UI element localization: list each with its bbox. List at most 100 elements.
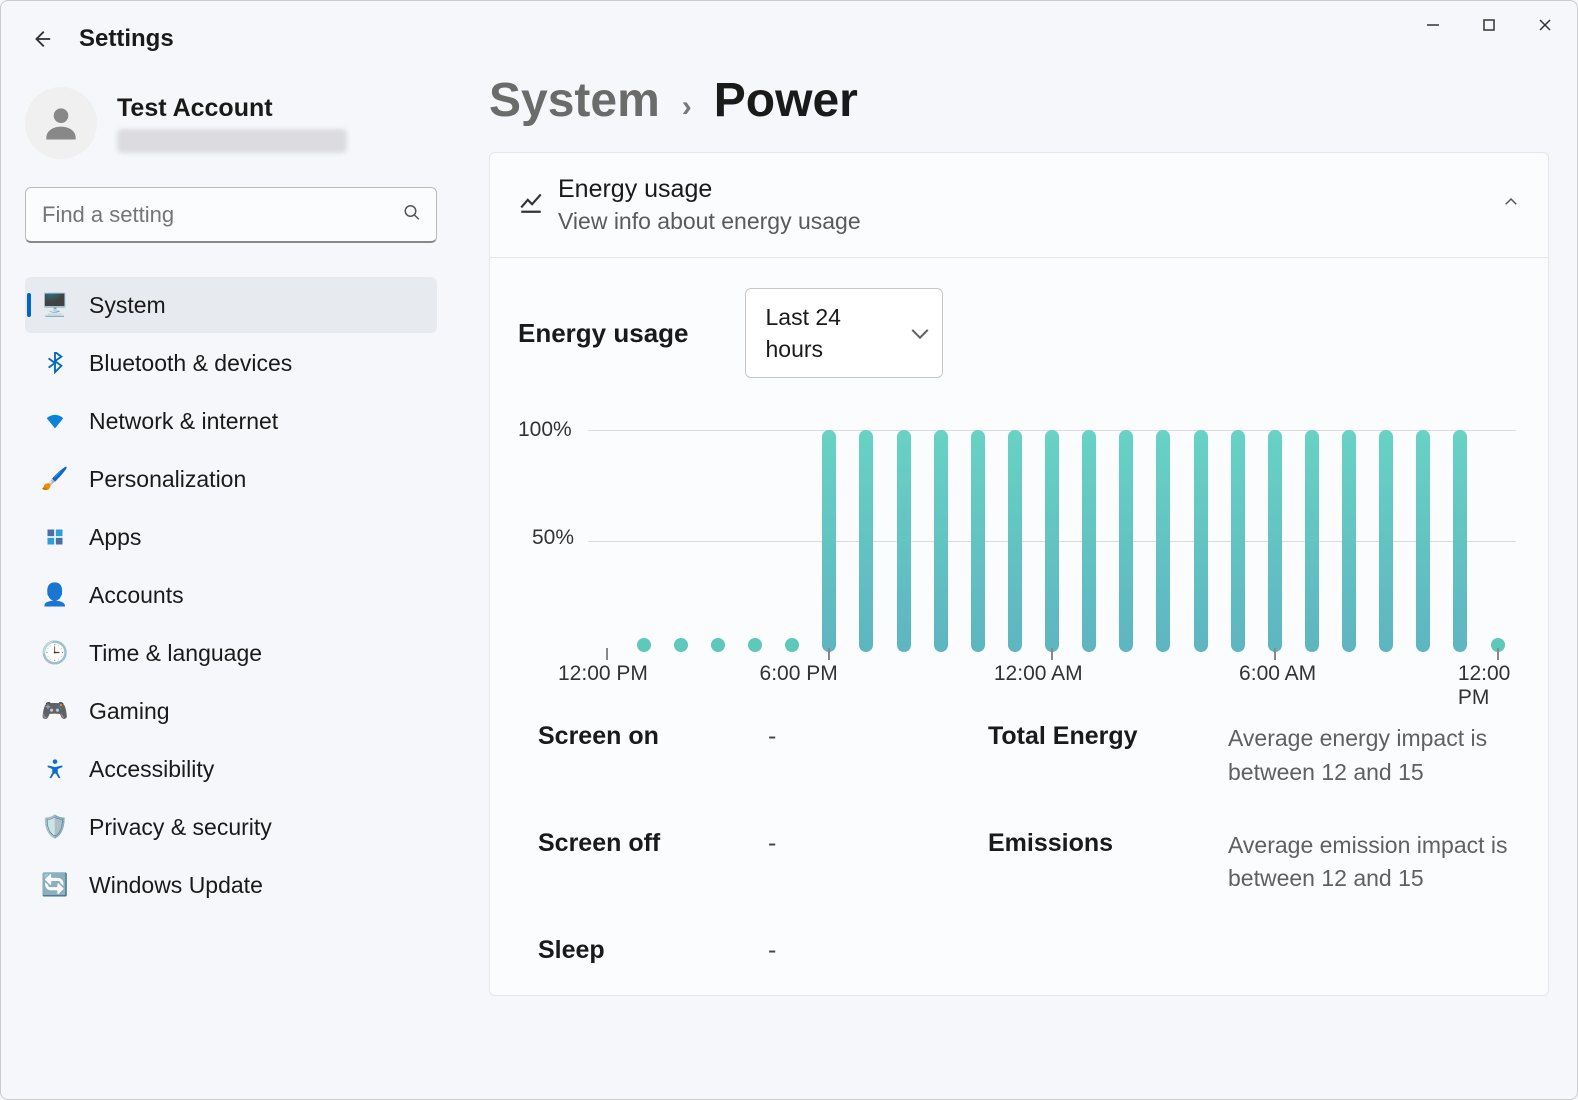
chart-bar[interactable]	[699, 430, 736, 652]
search-input[interactable]	[25, 187, 437, 243]
sidebar-item-label: Time & language	[89, 640, 262, 667]
windows-icon: 🔄	[37, 872, 73, 898]
chart-bar[interactable]	[1182, 430, 1219, 652]
x-tick-label: 12:00 AM	[994, 662, 1083, 686]
x-tick-label: 12:00 PM	[1458, 662, 1511, 710]
timerange-value: Last 24 hours	[766, 304, 841, 362]
search-box[interactable]	[25, 187, 437, 243]
apps-icon	[37, 527, 73, 547]
stat-screen-off-value: -	[768, 829, 988, 896]
sidebar-item-apps[interactable]: Apps	[25, 509, 437, 565]
wifi-icon	[37, 410, 73, 432]
avatar	[25, 87, 97, 159]
sidebar-item-privacy-security[interactable]: 🛡️ Privacy & security	[25, 799, 437, 855]
energy-stats: Screen on - Total Energy Average energy …	[518, 722, 1520, 964]
content: System › Power Energy usage View info ab…	[461, 59, 1577, 1099]
stat-total-energy-label: Total Energy	[988, 722, 1228, 789]
app-title: Settings	[79, 25, 174, 53]
chart-bar[interactable]	[1034, 430, 1071, 652]
account-name: Test Account	[117, 94, 347, 123]
🛡️-icon: 🛡️	[37, 814, 73, 840]
stat-sleep-value: -	[768, 936, 988, 965]
chart-bar[interactable]	[588, 430, 625, 652]
accounts-icon: 👤	[37, 582, 73, 608]
sidebar-item-label: Bluetooth & devices	[89, 350, 292, 377]
chart-bar[interactable]	[1256, 430, 1293, 652]
🖥️-icon: 🖥️	[37, 292, 73, 318]
chart-bar[interactable]	[996, 430, 1033, 652]
sidebar-item-label: Accounts	[89, 582, 184, 609]
x-tick-label: 6:00 AM	[1239, 662, 1316, 686]
energy-card-title: Energy usage	[558, 175, 1502, 204]
sidebar: Test Account 🖥️ System Bluetooth & devices…	[1, 59, 461, 1099]
account-block[interactable]: Test Account	[25, 87, 437, 159]
energy-usage-card: Energy usage View info about energy usag…	[489, 152, 1549, 996]
energy-card-header[interactable]: Energy usage View info about energy usag…	[490, 153, 1548, 257]
chart-bar[interactable]	[625, 430, 662, 652]
sidebar-item-label: System	[89, 292, 166, 319]
chart-bar[interactable]	[1331, 430, 1368, 652]
chevron-right-icon: ›	[682, 90, 692, 124]
breadcrumb: System › Power	[489, 73, 1549, 128]
sidebar-item-label: Network & internet	[89, 408, 278, 435]
breadcrumb-current: Power	[714, 73, 858, 128]
chart-bar[interactable]	[959, 430, 996, 652]
back-button[interactable]	[27, 25, 55, 53]
sidebar-item-system[interactable]: 🖥️ System	[25, 277, 437, 333]
chart-bar[interactable]	[737, 430, 774, 652]
chart-bar[interactable]	[885, 430, 922, 652]
gaming-icon: 🎮	[37, 698, 73, 724]
account-email-redacted	[117, 129, 347, 153]
y-axis-label-50: 50%	[532, 526, 574, 550]
x-tick-label: 12:00 PM	[558, 662, 648, 686]
nav-list: 🖥️ System Bluetooth & devices Network & int…	[25, 277, 437, 913]
chevron-up-icon	[1502, 193, 1520, 217]
stat-emissions-label: Emissions	[988, 829, 1228, 896]
stat-total-energy-desc: Average energy impact is between 12 and …	[1228, 722, 1520, 789]
breadcrumb-parent[interactable]: System	[489, 73, 660, 128]
sidebar-item-label: Gaming	[89, 698, 170, 725]
chart-bar[interactable]	[811, 430, 848, 652]
sidebar-item-label: Apps	[89, 524, 141, 551]
sidebar-item-label: Windows Update	[89, 872, 263, 899]
chart-bar[interactable]	[1293, 430, 1330, 652]
time-icon: 🕒	[37, 640, 73, 666]
stat-screen-on-value: -	[768, 722, 988, 789]
chart-bar[interactable]	[1368, 430, 1405, 652]
timerange-dropdown[interactable]: Last 24 hours	[745, 288, 943, 378]
chart-bar[interactable]	[848, 430, 885, 652]
y-axis-label-100: 100%	[518, 418, 572, 442]
sidebar-item-network-internet[interactable]: Network & internet	[25, 393, 437, 449]
sidebar-item-personalization[interactable]: 🖌️ Personalization	[25, 451, 437, 507]
sidebar-item-accessibility[interactable]: Accessibility	[25, 741, 437, 797]
chart-bar[interactable]	[1405, 430, 1442, 652]
chart-bar[interactable]	[922, 430, 959, 652]
stat-sleep-label: Sleep	[538, 936, 768, 965]
sidebar-item-label: Accessibility	[89, 756, 214, 783]
sidebar-item-label: Personalization	[89, 466, 246, 493]
x-tick-label: 6:00 PM	[760, 662, 838, 686]
sidebar-item-time-language[interactable]: 🕒 Time & language	[25, 625, 437, 681]
chart-bar[interactable]	[1071, 430, 1108, 652]
🖌️-icon: 🖌️	[37, 466, 73, 492]
chart-bar[interactable]	[1108, 430, 1145, 652]
chart-bar[interactable]	[662, 430, 699, 652]
chart-bar[interactable]	[1219, 430, 1256, 652]
acc-icon	[37, 758, 73, 780]
chart-bar[interactable]	[774, 430, 811, 652]
chart-icon	[518, 189, 558, 221]
stat-emissions-desc: Average emission impact is between 12 an…	[1228, 829, 1520, 896]
sidebar-item-bluetooth-devices[interactable]: Bluetooth & devices	[25, 335, 437, 391]
sidebar-item-label: Privacy & security	[89, 814, 272, 841]
x-axis-labels: 12:00 PM6:00 PM12:00 AM6:00 AM12:00 PM	[558, 662, 1520, 692]
chart-bar[interactable]	[1442, 430, 1479, 652]
sidebar-item-gaming[interactable]: 🎮 Gaming	[25, 683, 437, 739]
sidebar-item-windows-update[interactable]: 🔄 Windows Update	[25, 857, 437, 913]
chart-bar[interactable]	[1145, 430, 1182, 652]
sidebar-item-accounts[interactable]: 👤 Accounts	[25, 567, 437, 623]
energy-chart: 100% 50% 12:00 PM6:00 PM12:00 AM6:00 AM1…	[518, 422, 1520, 692]
stat-screen-on-label: Screen on	[538, 722, 768, 789]
energy-section-label: Energy usage	[518, 318, 689, 349]
bluetooth-icon	[37, 352, 73, 374]
chart-bar[interactable]	[1479, 430, 1516, 652]
